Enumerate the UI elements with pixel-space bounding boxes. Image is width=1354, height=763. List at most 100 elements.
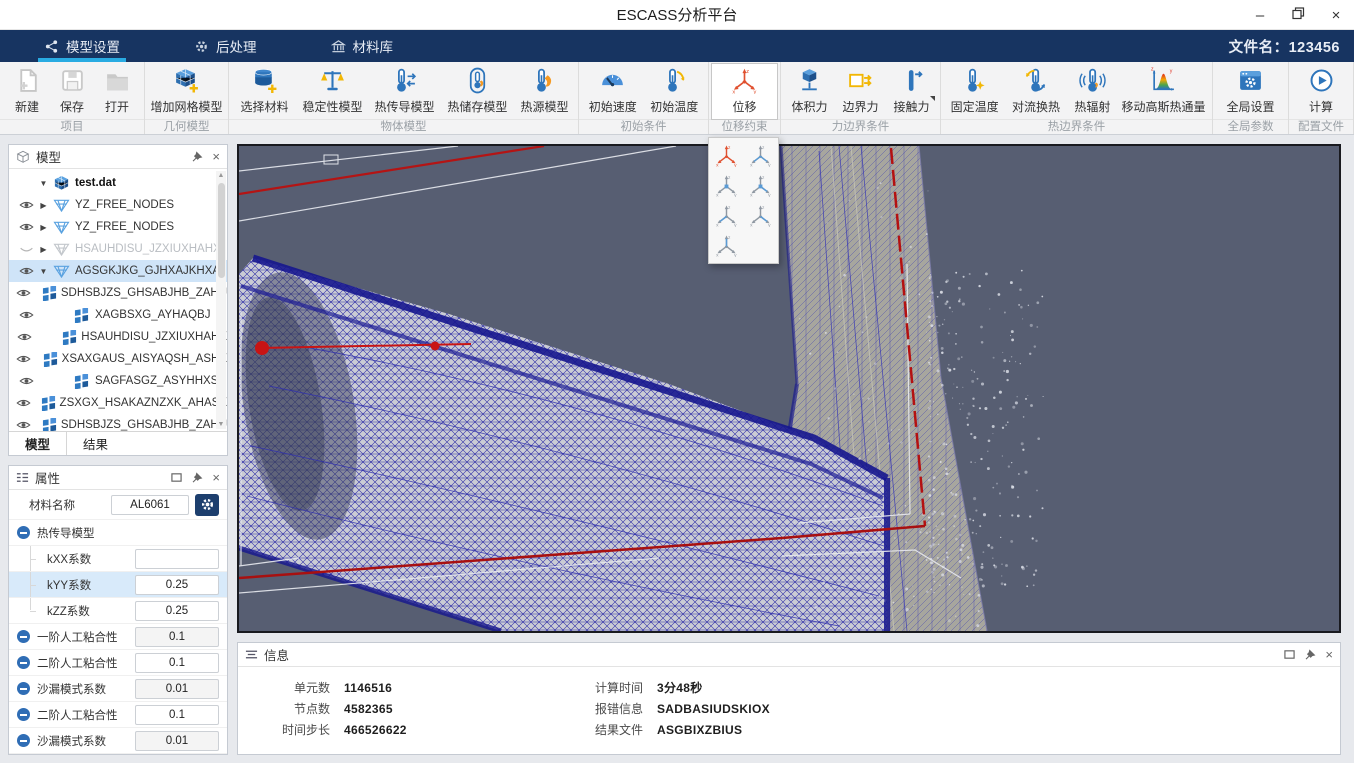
- displacement-option-xy[interactable]: [710, 170, 744, 200]
- eye-visible-icon[interactable]: [16, 397, 31, 409]
- new-button[interactable]: 新建: [5, 64, 50, 119]
- radiation-button[interactable]: 热辐射: [1067, 64, 1118, 119]
- body-force-button[interactable]: 体积力: [784, 64, 835, 119]
- tree-node[interactable]: ZSXGX_HSAKAZNZXK_AHASX: [9, 392, 227, 414]
- kxx-input[interactable]: [135, 549, 219, 569]
- axis-endpoint-sphere[interactable]: [255, 341, 269, 355]
- scroll-down-icon[interactable]: ▼: [216, 421, 226, 428]
- eye-visible-icon[interactable]: [16, 375, 36, 387]
- fixed-temperature-button[interactable]: 固定温度: [944, 64, 1005, 119]
- close-panel-icon[interactable]: ×: [212, 471, 220, 484]
- eye-visible-icon[interactable]: [16, 309, 36, 321]
- parameter-input[interactable]: [135, 679, 219, 699]
- maximize-panel-icon[interactable]: [1284, 649, 1295, 660]
- caret-icon[interactable]: ▼: [36, 179, 51, 188]
- thermal-conduction-button[interactable]: 热传导模型: [368, 64, 441, 119]
- eye-visible-icon[interactable]: [16, 287, 31, 299]
- tree-node[interactable]: HSAUHDISU_JZXIUXHAHX: [9, 326, 227, 348]
- tab-material-library[interactable]: 材料库: [315, 30, 410, 62]
- button-label: 增加网格模型: [150, 98, 222, 115]
- eye-visible-icon[interactable]: [16, 331, 32, 343]
- displacement-option-x[interactable]: [710, 200, 744, 230]
- initial-velocity-button[interactable]: 初始速度: [582, 64, 644, 119]
- displacement-button[interactable]: 位移: [712, 64, 777, 119]
- pin-icon[interactable]: [1304, 649, 1316, 661]
- eye-visible-icon[interactable]: [16, 265, 36, 277]
- pin-icon[interactable]: [191, 472, 203, 484]
- heat-storage-button[interactable]: 热储存模型: [441, 64, 514, 119]
- add-mesh-button[interactable]: 增加网格模型: [148, 64, 225, 119]
- tree-node[interactable]: SDHSBJZS_GHSABJHB_ZAHU: [9, 282, 227, 304]
- tree-node-label: XAGBSXG_AYHAQBJ: [95, 309, 210, 321]
- tree-node[interactable]: SAGFASGZ_ASYHHXSN: [9, 370, 227, 392]
- displacement-option-yz[interactable]: [744, 170, 778, 200]
- scroll-up-icon[interactable]: ▲: [216, 172, 226, 179]
- property-row-selected[interactable]: kYY系数: [9, 572, 227, 598]
- tree-node[interactable]: XAGBSXG_AYHAQBJ: [9, 304, 227, 326]
- tab-postprocess[interactable]: 后处理: [178, 30, 273, 62]
- tree-node[interactable]: ▶ YZ_FREE_NODES: [9, 194, 227, 216]
- collapse-minus-icon[interactable]: [17, 708, 30, 721]
- tab-model-setup[interactable]: 模型设置: [28, 30, 136, 62]
- close-panel-icon[interactable]: ×: [212, 150, 220, 163]
- global-settings-button[interactable]: 全局设置: [1216, 64, 1285, 119]
- displacement-option-y[interactable]: [744, 200, 778, 230]
- tab-result[interactable]: 结果: [67, 432, 124, 455]
- save-button[interactable]: 保存: [50, 64, 95, 119]
- tree-node[interactable]: ▶ HSAUHDISU_JZXIUXHAHX: [9, 238, 227, 260]
- open-button[interactable]: 打开: [95, 64, 140, 119]
- initial-temperature-button[interactable]: 初始温度: [644, 64, 706, 119]
- boundary-force-button[interactable]: 边界力: [835, 64, 886, 119]
- collapse-minus-icon[interactable]: [17, 682, 30, 695]
- collapse-minus-icon[interactable]: [17, 734, 30, 747]
- caret-icon[interactable]: ▼: [36, 267, 51, 276]
- restore-button[interactable]: [1290, 7, 1306, 23]
- viewport-canvas[interactable]: [239, 146, 1339, 631]
- eye-visible-icon[interactable]: [16, 199, 36, 211]
- scrollbar-thumb[interactable]: [218, 183, 225, 278]
- maximize-panel-icon[interactable]: [171, 472, 182, 483]
- tree-node[interactable]: SDHSBJZS_GHSABJHB_ZAHU: [9, 414, 227, 431]
- close-panel-icon[interactable]: ×: [1325, 648, 1333, 661]
- parameter-input[interactable]: [135, 705, 219, 725]
- tree-node-selected[interactable]: ▼ AGSGKJKG_GJHXAJKHXA: [9, 260, 227, 282]
- material-settings-button[interactable]: [195, 494, 219, 516]
- collapse-minus-icon[interactable]: [17, 630, 30, 643]
- collapse-minus-icon[interactable]: [17, 656, 30, 669]
- kzz-input[interactable]: [135, 601, 219, 621]
- displacement-option-xyz[interactable]: [744, 140, 778, 170]
- caret-icon[interactable]: ▶: [36, 223, 51, 232]
- close-button[interactable]: ×: [1328, 8, 1344, 23]
- collapse-minus-icon[interactable]: [17, 526, 30, 539]
- displacement-option-xyz-active[interactable]: [710, 140, 744, 170]
- heat-source-button[interactable]: 热源模型: [514, 64, 575, 119]
- kyy-input[interactable]: [135, 575, 219, 595]
- tree-node[interactable]: ▶ YZ_FREE_NODES: [9, 216, 227, 238]
- tree-node[interactable]: XSAXGAUS_AISYAQSH_ASHX: [9, 348, 227, 370]
- parameter-input[interactable]: [135, 731, 219, 751]
- moving-gauss-flux-button[interactable]: yz 移动高斯热通量: [1118, 64, 1209, 119]
- pin-icon[interactable]: [191, 151, 203, 163]
- viewport-3d[interactable]: [237, 144, 1341, 633]
- axis-midpoint-sphere[interactable]: [431, 342, 440, 351]
- material-name-input[interactable]: [111, 495, 189, 515]
- tree-scrollbar[interactable]: ▲ ▼: [216, 171, 226, 429]
- convection-button[interactable]: 对流换热: [1005, 64, 1066, 119]
- caret-icon[interactable]: ▶: [36, 201, 51, 210]
- eye-visible-icon[interactable]: [16, 419, 31, 431]
- select-material-button[interactable]: 选择材料: [232, 64, 297, 119]
- caret-icon[interactable]: ▶: [36, 245, 51, 254]
- tab-model[interactable]: 模型: [9, 432, 67, 455]
- parameter-input[interactable]: [135, 653, 219, 673]
- eye-hidden-icon[interactable]: [16, 243, 36, 255]
- stability-model-button[interactable]: 稳定性模型: [297, 64, 368, 119]
- displacement-option-z[interactable]: [710, 230, 744, 260]
- eye-visible-icon[interactable]: [16, 353, 31, 365]
- parameter-input[interactable]: [135, 627, 219, 647]
- minimize-button[interactable]: –: [1252, 8, 1268, 23]
- compute-button[interactable]: 计算: [1294, 64, 1348, 119]
- tree-node-root[interactable]: ▼ test.dat: [9, 172, 227, 194]
- section-row[interactable]: 热传导模型: [9, 520, 227, 546]
- eye-visible-icon[interactable]: [16, 221, 36, 233]
- contact-force-button[interactable]: 接触力: [886, 64, 937, 119]
